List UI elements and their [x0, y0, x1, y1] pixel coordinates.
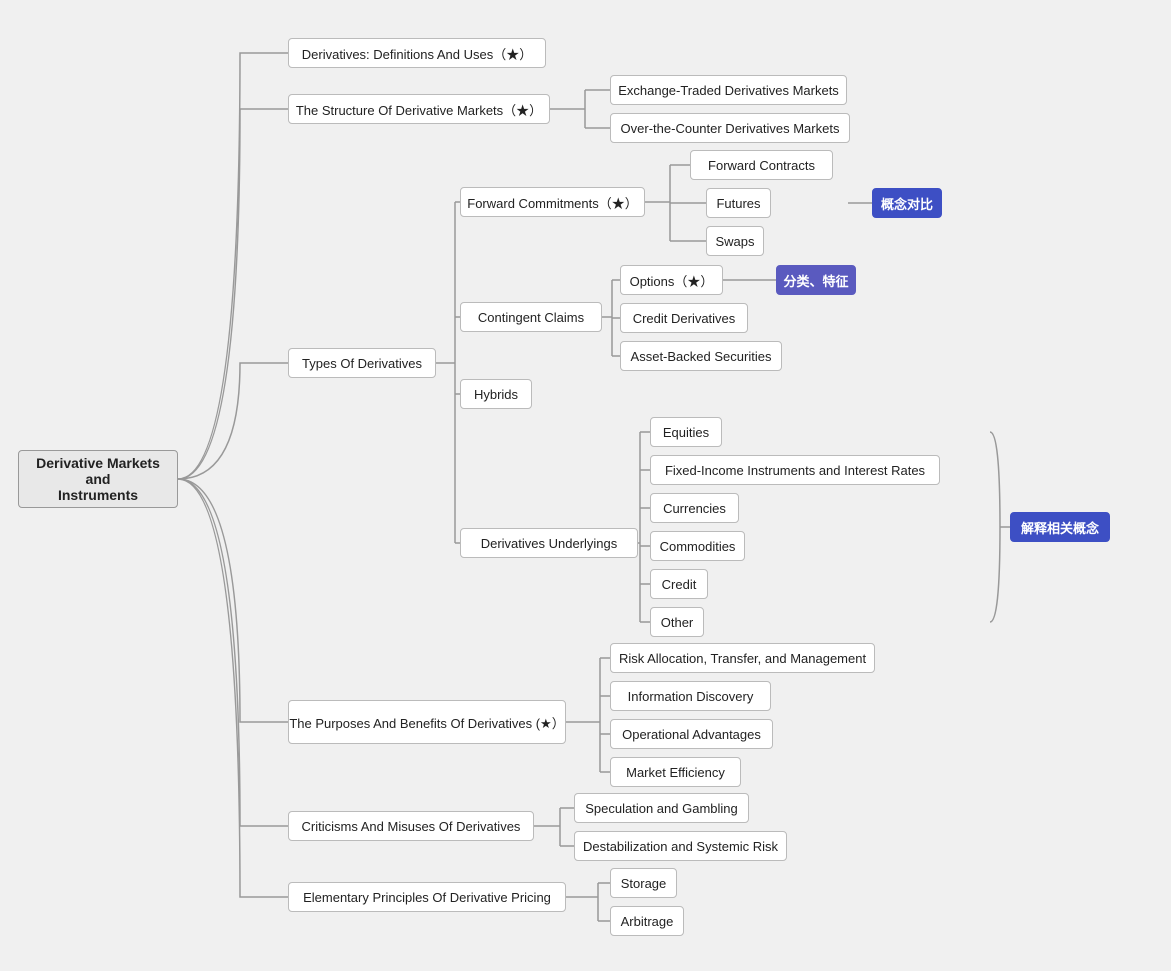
node-n30[interactable]: Elementary Principles Of Derivative Pric…	[288, 882, 566, 912]
node-n23[interactable]: Risk Allocation, Transfer, and Managemen…	[610, 643, 875, 673]
node-n6[interactable]: Forward Commitments（★）	[460, 187, 645, 217]
node-n4[interactable]: Over-the-Counter Derivatives Markets	[610, 113, 850, 143]
node-n10[interactable]: Contingent Claims	[460, 302, 602, 332]
node-n16[interactable]: Equities	[650, 417, 722, 447]
node-n17[interactable]: Fixed-Income Instruments and Interest Ra…	[650, 455, 940, 485]
node-n32[interactable]: Arbitrage	[610, 906, 684, 936]
node-n14[interactable]: Hybrids	[460, 379, 532, 409]
node-n28[interactable]: Speculation and Gambling	[574, 793, 749, 823]
node-n13[interactable]: Asset-Backed Securities	[620, 341, 782, 371]
node-n7[interactable]: Forward Contracts	[690, 150, 833, 180]
node-n26[interactable]: Market Efficiency	[610, 757, 741, 787]
node-n25[interactable]: Operational Advantages	[610, 719, 773, 749]
node-n24[interactable]: Information Discovery	[610, 681, 771, 711]
node-n12[interactable]: Credit Derivatives	[620, 303, 748, 333]
node-n2[interactable]: The Structure Of Derivative Markets（★）	[288, 94, 550, 124]
accent-node-a2[interactable]: 分类、特征	[776, 265, 856, 295]
node-n15[interactable]: Derivatives Underlyings	[460, 528, 638, 558]
node-n11[interactable]: Options（★）	[620, 265, 723, 295]
accent-node-a3[interactable]: 解释相关概念	[1010, 512, 1110, 542]
node-n5[interactable]: Types Of Derivatives	[288, 348, 436, 378]
node-n29[interactable]: Destabilization and Systemic Risk	[574, 831, 787, 861]
node-n27[interactable]: Criticisms And Misuses Of Derivatives	[288, 811, 534, 841]
accent-node-a1[interactable]: 概念对比	[872, 188, 942, 218]
node-n31[interactable]: Storage	[610, 868, 677, 898]
node-n21[interactable]: Other	[650, 607, 704, 637]
root-label: Derivative Markets and Instruments	[29, 455, 167, 503]
node-n20[interactable]: Credit	[650, 569, 708, 599]
node-n22[interactable]: The Purposes And Benefits Of Derivatives…	[288, 700, 566, 744]
mind-map-canvas: Derivative Markets and Instruments Deriv…	[0, 0, 1171, 971]
node-n8[interactable]: Futures	[706, 188, 771, 218]
node-n19[interactable]: Commodities	[650, 531, 745, 561]
node-n3[interactable]: Exchange-Traded Derivatives Markets	[610, 75, 847, 105]
root-node: Derivative Markets and Instruments	[18, 450, 178, 508]
node-n9[interactable]: Swaps	[706, 226, 764, 256]
node-n18[interactable]: Currencies	[650, 493, 739, 523]
node-n1[interactable]: Derivatives: Definitions And Uses（★）	[288, 38, 546, 68]
